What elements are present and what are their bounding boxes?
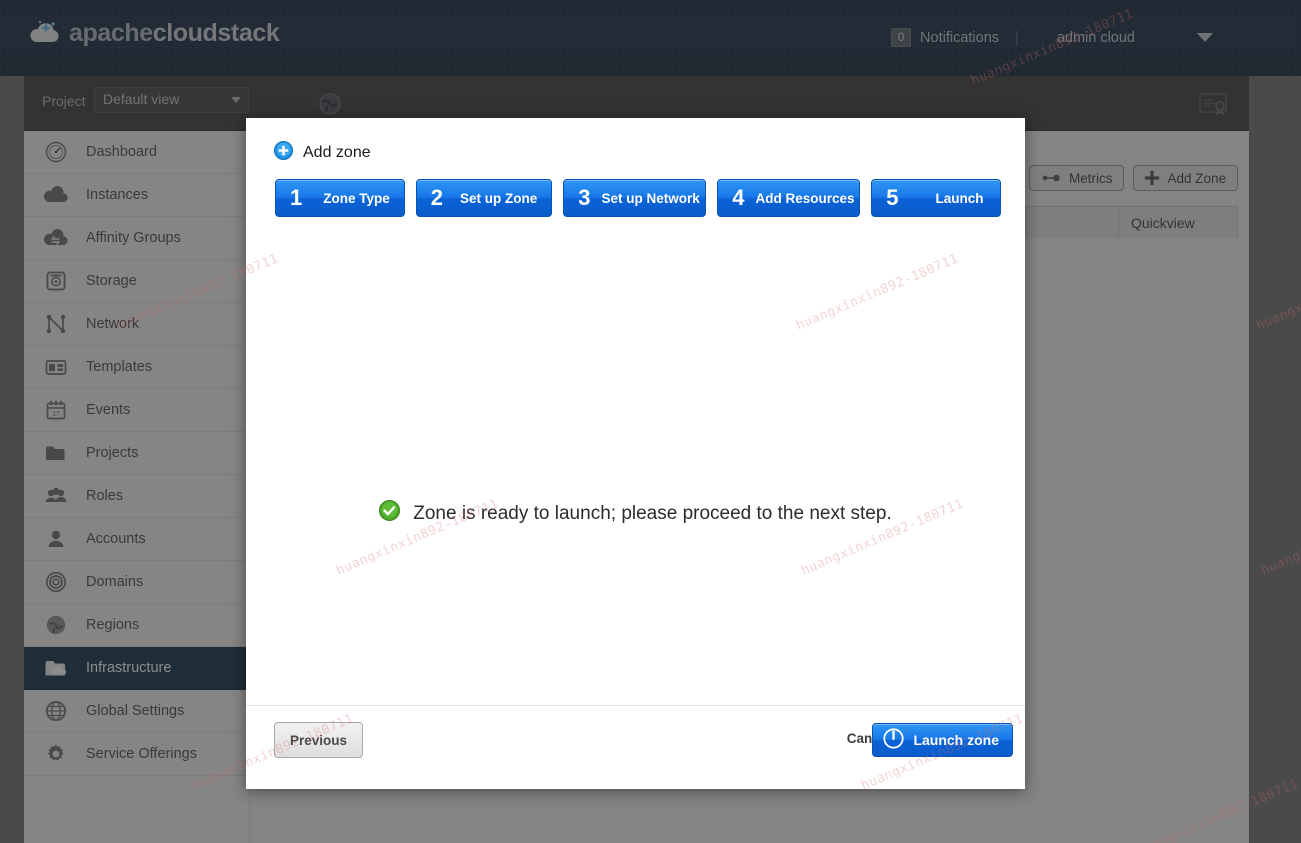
wizard-step-launch[interactable]: 5 Launch [871,179,1001,217]
step-number: 4 [732,185,745,210]
dialog-footer: Previous Cancel Launch zone [246,705,1025,789]
wizard-steps: 1 Zone Type 2 Set up Zone 3 Set up Netwo… [275,179,1001,217]
previous-button[interactable]: Previous [274,722,363,758]
zone-ready-message: Zone is ready to launch; please proceed … [413,502,892,524]
wizard-step-add-resources[interactable]: 4 Add Resources [717,179,861,217]
step-number: 2 [430,185,444,210]
launch-zone-label: Launch zone [913,732,999,748]
zone-ready-status: Zone is ready to launch; please proceed … [246,500,1025,527]
success-check-icon [379,500,401,527]
dialog-title-text: Add zone [303,144,371,161]
step-label: Set up Zone [460,190,538,206]
step-label: Add Resources [755,190,855,206]
step-number: 5 [886,185,899,210]
step-number: 1 [290,185,303,210]
step-label: Set up Network [601,190,700,206]
previous-label: Previous [289,732,348,748]
wizard-step-set-up-network[interactable]: 3 Set up Network [563,179,707,217]
add-zone-wizard-dialog: Add zone 1 Zone Type 2 Set up Zone 3 Set… [246,118,1025,789]
step-label: Launch [935,190,984,206]
launch-zone-button[interactable]: Launch zone [872,723,1013,757]
app-root: apachecloudstack 0 Notifications | admin… [0,0,1301,843]
power-icon [883,728,905,752]
dialog-title-row: Add zone [274,141,371,165]
dialog-body: Zone is ready to launch; please proceed … [246,228,1025,705]
step-label: Zone Type [323,190,390,206]
wizard-step-zone-type[interactable]: 1 Zone Type [275,179,405,217]
step-number: 3 [578,185,591,210]
add-circle-icon [274,141,293,165]
wizard-step-set-up-zone[interactable]: 2 Set up Zone [415,179,553,217]
